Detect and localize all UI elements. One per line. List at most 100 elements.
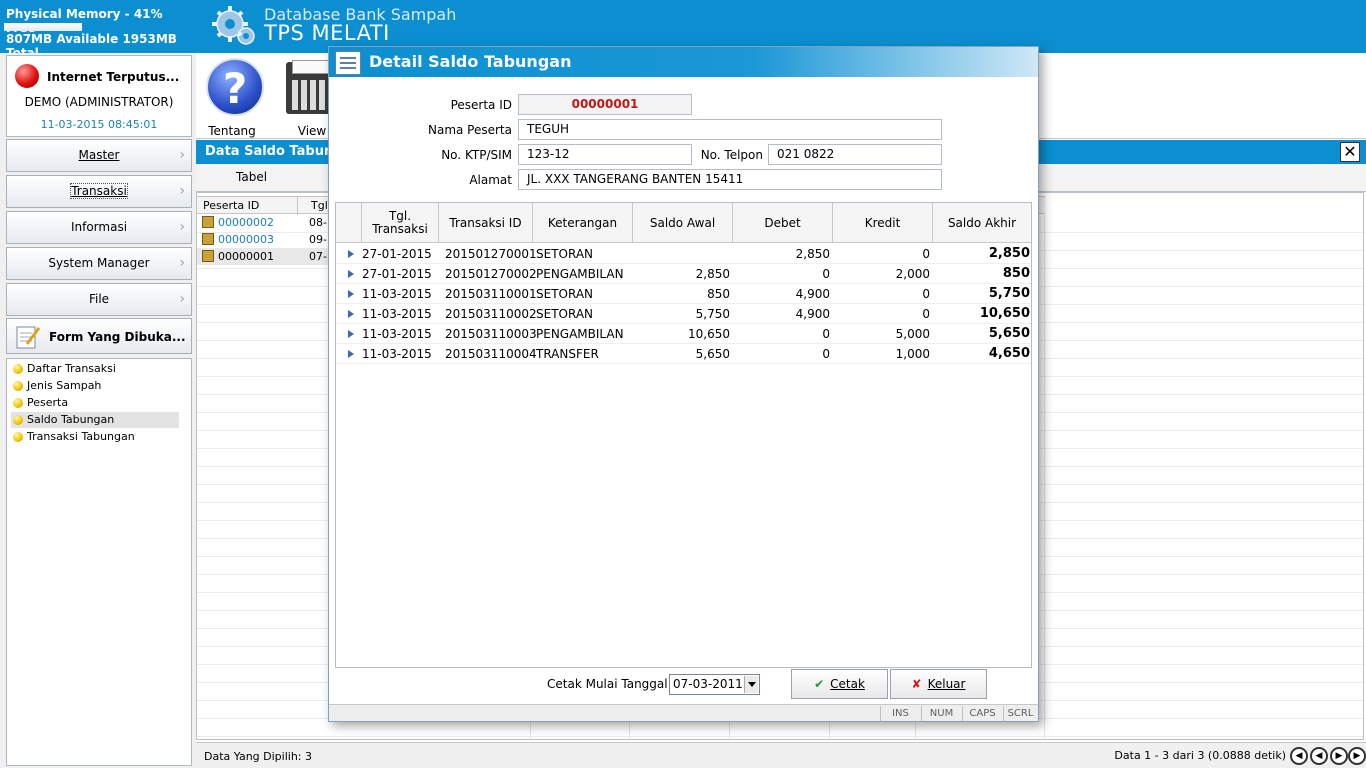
nav-informasi-button[interactable]: Informasi › <box>6 211 192 244</box>
table-row[interactable]: 11-03-2015 201503110003 PENGAMBILAN 10,6… <box>336 324 1031 344</box>
nav-master-label: Master <box>78 148 120 162</box>
table-row[interactable]: 27-01-2015 201501270001 SETORAN 2,850 0 … <box>336 244 1031 264</box>
nav-file-button[interactable]: File › <box>6 283 192 316</box>
table-row[interactable]: 11-03-2015 201503110002 SETORAN 5,750 4,… <box>336 304 1031 324</box>
print-from-date-picker[interactable]: 07-03-2011 <box>669 674 760 695</box>
row-indicator-header <box>336 203 362 243</box>
dialog-title-bar: Detail Saldo Tabungan <box>329 47 1038 77</box>
bullet-icon <box>13 364 23 374</box>
sidebar: Internet Terputus... DEMO (ADMINISTRATOR… <box>0 53 196 768</box>
open-forms-header[interactable]: Form Yang Dibuka... <box>6 318 192 354</box>
table-row[interactable]: 00000002 08- <box>197 214 337 231</box>
close-icon: ✘ <box>911 677 922 691</box>
close-icon[interactable]: ✕ <box>1340 142 1360 162</box>
table-row[interactable]: 00000001 07- <box>197 248 337 265</box>
column-tgl[interactable]: Tgl <box>311 199 328 212</box>
form-item-daftar-transaksi[interactable]: Daftar Transaksi <box>11 361 179 377</box>
row-pointer-icon <box>348 350 354 358</box>
row-date: 09- <box>309 233 327 246</box>
cell-saldo-akhir: 2,850 <box>988 246 1030 261</box>
column-peserta-id[interactable]: Peserta ID <box>203 199 259 212</box>
cell-saldo-awal: 5,650 <box>695 347 730 361</box>
ins-indicator: INS <box>880 706 920 721</box>
table-row[interactable]: 11-03-2015 201503110001 SETORAN 850 4,90… <box>336 284 1031 304</box>
column-label: Kredit <box>864 215 901 230</box>
row-pointer-icon <box>348 330 354 338</box>
cell-debet: 0 <box>822 267 830 281</box>
cell-tgl: 11-03-2015 <box>362 307 432 321</box>
cell-saldo-akhir: 850 <box>1002 266 1030 281</box>
ktp-field[interactable]: 123-12 <box>518 144 692 165</box>
alamat-field[interactable]: JL. XXX TANGERANG BANTEN 15411 <box>518 169 942 190</box>
column-label: Saldo Akhir <box>947 215 1017 230</box>
row-date: 08- <box>309 216 327 229</box>
chevron-right-icon: › <box>179 291 185 307</box>
memory-meter <box>4 23 82 31</box>
cell-tgl: 11-03-2015 <box>362 347 432 361</box>
column-tgl-transaksi[interactable]: Tgl. Transaksi <box>362 203 439 243</box>
cell-tgl: 27-01-2015 <box>362 247 432 261</box>
nav-file-label: File <box>88 292 110 306</box>
column-debet[interactable]: Debet <box>733 203 833 243</box>
column-transaksi-id[interactable]: Transaksi ID <box>439 203 533 243</box>
row-peserta-id: 00000001 <box>218 250 274 263</box>
open-forms-list: Daftar Transaksi Jenis Sampah Peserta Sa… <box>6 358 192 766</box>
detail-saldo-dialog: Detail Saldo Tabungan Peserta ID 0000000… <box>328 46 1039 722</box>
cell-kredit: 0 <box>922 247 930 261</box>
cell-tgl: 27-01-2015 <box>362 267 432 281</box>
next-record-icon[interactable]: ▶ <box>1330 747 1348 765</box>
row-pointer-icon <box>348 250 354 258</box>
nav-transaksi-button[interactable]: Transaksi › <box>6 175 192 208</box>
cell-keterangan: SETORAN <box>536 247 594 261</box>
login-datetime: 11-03-2015 08:45:01 <box>40 118 158 131</box>
print-from-label: Cetak Mulai Tanggal <box>547 677 668 691</box>
cell-saldo-awal: 2,850 <box>695 267 730 281</box>
cell-saldo-akhir: 4,650 <box>988 346 1030 361</box>
table-row[interactable]: 00000003 09- <box>197 231 337 248</box>
print-button[interactable]: ✔ Cetak <box>791 669 888 699</box>
cell-kredit: 2,000 <box>895 267 930 281</box>
form-item-transaksi-tabungan[interactable]: Transaksi Tabungan <box>11 429 179 445</box>
scrl-indicator: SCRL <box>1003 706 1037 721</box>
memory-indicator: Physical Memory - 41% Free 807MB Availab… <box>4 3 194 60</box>
cell-saldo-awal: 10,650 <box>688 327 730 341</box>
connection-status: Internet Terputus... <box>47 70 180 84</box>
cell-kredit: 1,000 <box>895 347 930 361</box>
cell-transaksi-id: 201501270002 <box>445 267 537 281</box>
cell-transaksi-id: 201503110002 <box>445 307 537 321</box>
telpon-field[interactable]: 021 0822 <box>768 144 942 165</box>
record-info: Data 1 - 3 dari 3 (0.0888 detik) <box>1114 749 1286 762</box>
cell-keterangan: SETORAN <box>536 307 594 321</box>
about-button[interactable]: ? Tentang <box>200 56 264 138</box>
table-row[interactable]: 11-03-2015 201503110004 TRANSFER 5,650 0… <box>336 344 1031 364</box>
chevron-right-icon: › <box>179 183 185 199</box>
column-saldo-awal[interactable]: Saldo Awal <box>633 203 733 243</box>
column-kredit[interactable]: Kredit <box>833 203 933 243</box>
exit-button[interactable]: ✘ Keluar <box>890 669 987 699</box>
column-label: Keterangan <box>547 215 618 230</box>
form-item-saldo-tabungan[interactable]: Saldo Tabungan <box>11 412 179 428</box>
chevron-down-icon[interactable] <box>744 676 758 693</box>
form-item-jenis-sampah[interactable]: Jenis Sampah <box>11 378 179 394</box>
cell-saldo-awal: 5,750 <box>695 307 730 321</box>
bullet-icon <box>13 415 23 425</box>
nav-system-manager-button[interactable]: System Manager › <box>6 247 192 280</box>
cell-kredit: 0 <box>922 287 930 301</box>
user-name: DEMO (ADMINISTRATOR) <box>24 95 174 109</box>
prev-record-icon[interactable]: ◀ <box>1310 747 1328 765</box>
nav-master-button[interactable]: Master › <box>6 139 192 172</box>
column-keterangan[interactable]: Keterangan <box>533 203 633 243</box>
selected-count: Data Yang Dipilih: 3 <box>204 750 313 763</box>
tab-tabel[interactable]: Tabel <box>236 170 267 184</box>
row-pointer-icon <box>348 270 354 278</box>
cell-transaksi-id: 201503110003 <box>445 327 537 341</box>
first-record-icon[interactable]: ◀ <box>1290 747 1308 765</box>
alamat-label: Alamat <box>469 173 512 187</box>
record-icon <box>202 233 214 245</box>
about-label: Tentang <box>208 124 256 138</box>
table-row[interactable]: 27-01-2015 201501270002 PENGAMBILAN 2,85… <box>336 264 1031 284</box>
nama-peserta-field[interactable]: TEGUH <box>518 119 942 140</box>
form-item-peserta[interactable]: Peserta <box>11 395 179 411</box>
column-saldo-akhir[interactable]: Saldo Akhir <box>933 203 1031 243</box>
last-record-icon[interactable]: ▶ <box>1348 747 1366 765</box>
